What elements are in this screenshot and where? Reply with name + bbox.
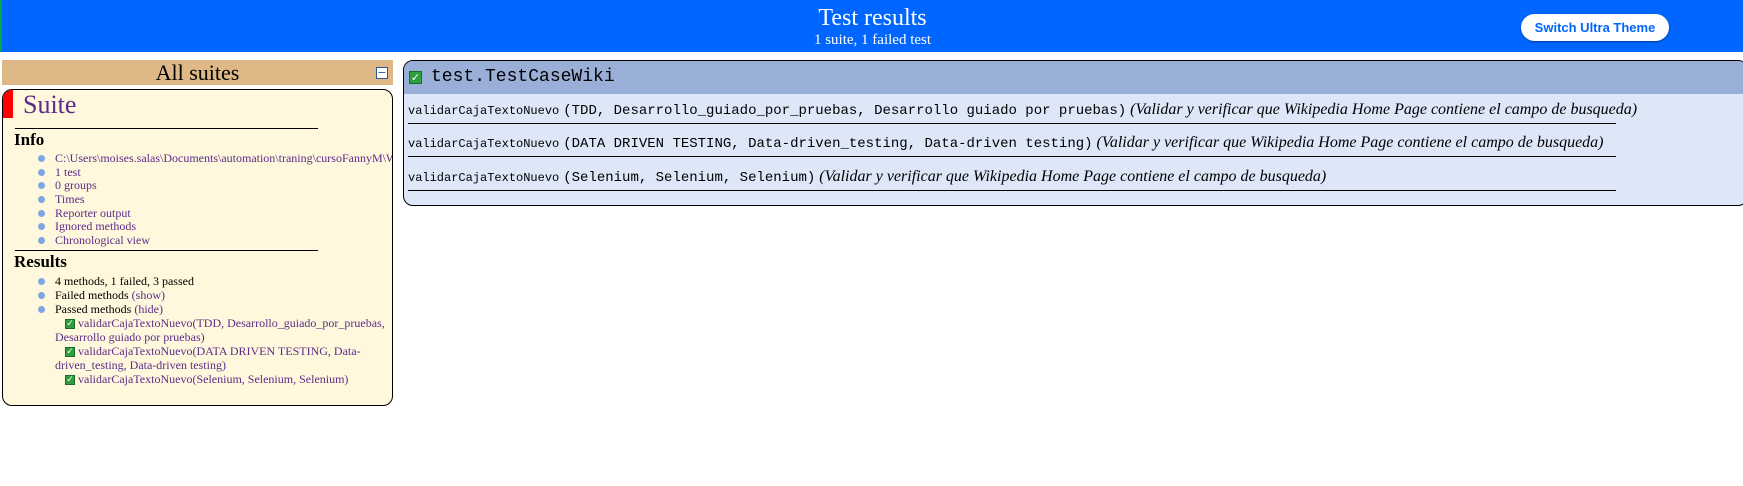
bullet-icon — [38, 237, 45, 244]
row-divider — [408, 123, 1616, 124]
passed-method-text[interactable]: validarCajaTextoNuevo(DATA DRIVEN TESTIN… — [78, 344, 361, 358]
info-path-link[interactable]: C:\Users\moises.salas\Documents\automati… — [55, 151, 392, 165]
passed-methods-label: Passed methods — [55, 302, 132, 316]
failed-status-marker — [3, 90, 13, 118]
suite-panel: Suite Info C:\Users\moises.salas\Documen… — [2, 89, 393, 406]
all-suites-title: All suites — [155, 60, 240, 85]
info-times-link[interactable]: Times — [55, 192, 85, 206]
test-method-row: validarCajaTextoNuevo (TDD, Desarrollo_g… — [408, 101, 1637, 119]
method-description: (Validar y verificar que Wikipedia Home … — [1096, 134, 1604, 151]
page-title: Test results — [818, 5, 927, 31]
row-divider — [408, 190, 1616, 191]
passed-method-text[interactable]: validarCajaTextoNuevo(Selenium, Selenium… — [78, 372, 348, 386]
bullet-icon — [38, 223, 45, 230]
test-method-row: validarCajaTextoNuevo (DATA DRIVEN TESTI… — [408, 134, 1604, 152]
method-description: (Validar y verificar que Wikipedia Home … — [819, 168, 1327, 185]
row-divider — [408, 156, 1616, 157]
passed-methods-row: Passed methods (hide) — [55, 302, 163, 316]
method-name: validarCajaTextoNuevo — [408, 171, 560, 185]
test-class-header: ✓ test.TestCaseWiki — [404, 61, 1743, 94]
info-groups-link[interactable]: 0 groups — [55, 178, 97, 192]
divider — [15, 128, 318, 129]
bullet-icon — [38, 292, 45, 299]
suite-title[interactable]: Suite — [23, 90, 76, 120]
passed-check-icon: ✓ — [65, 319, 75, 330]
passed-method-continuation[interactable]: driven_testing, Data-driven testing) — [55, 358, 226, 372]
suites-navigator: All suites − Suite Info C:\Users\moises.… — [2, 60, 393, 406]
top-banner: Test results 1 suite, 1 failed test Swit… — [0, 0, 1743, 52]
test-class-name: test.TestCaseWiki — [431, 67, 615, 87]
info-heading: Info — [14, 130, 45, 149]
bullet-icon — [38, 278, 45, 285]
bullet-icon — [38, 306, 45, 313]
failed-methods-row: Failed methods (show) — [55, 288, 165, 302]
info-ignored-methods-link[interactable]: Ignored methods — [55, 219, 136, 233]
page-subtitle: 1 suite, 1 failed test — [813, 32, 932, 48]
failed-methods-label: Failed methods — [55, 288, 129, 302]
passed-check-icon: ✓ — [65, 375, 75, 386]
method-params: (TDD, Desarrollo_guiado_por_pruebas, Des… — [563, 103, 1127, 119]
collapse-icon[interactable]: − — [376, 67, 388, 79]
failed-methods-show-toggle[interactable]: (show) — [132, 288, 165, 302]
info-tests-link[interactable]: 1 test — [55, 165, 81, 179]
divider — [15, 250, 318, 251]
info-reporter-output-link[interactable]: Reporter output — [55, 206, 131, 220]
method-name: validarCajaTextoNuevo — [408, 137, 560, 151]
passed-method-continuation[interactable]: Desarrollo guiado por pruebas) — [55, 330, 205, 344]
bullet-icon — [38, 182, 45, 189]
passed-method-text[interactable]: validarCajaTextoNuevo(TDD, Desarrollo_gu… — [78, 316, 385, 330]
method-params: (DATA DRIVEN TESTING, Data-driven_testin… — [563, 136, 1093, 152]
results-heading: Results — [14, 252, 67, 271]
all-suites-header: All suites − — [2, 60, 393, 85]
passed-method-link[interactable]: ✓ validarCajaTextoNuevo(TDD, Desarrollo_g… — [65, 316, 385, 330]
passed-check-icon: ✓ — [409, 71, 422, 84]
bullet-icon — [38, 169, 45, 176]
switch-theme-button[interactable]: Switch Ultra Theme — [1521, 14, 1669, 41]
passed-method-link[interactable]: ✓ validarCajaTextoNuevo(DATA DRIVEN TESTI… — [65, 344, 361, 358]
bullet-icon — [38, 155, 45, 162]
method-name: validarCajaTextoNuevo — [408, 104, 560, 118]
bullet-icon — [38, 196, 45, 203]
method-description: (Validar y verificar que Wikipedia Home … — [1130, 101, 1638, 118]
test-class-panel: ✓ test.TestCaseWiki validarCajaTextoNuev… — [403, 60, 1743, 206]
method-params: (Selenium, Selenium, Selenium) — [563, 170, 816, 186]
passed-check-icon: ✓ — [65, 347, 75, 358]
passed-methods-hide-toggle[interactable]: (hide) — [134, 302, 163, 316]
passed-method-link[interactable]: ✓ validarCajaTextoNuevo(Selenium, Seleniu… — [65, 372, 348, 386]
results-summary: 4 methods, 1 failed, 3 passed — [55, 274, 194, 288]
info-chronological-view-link[interactable]: Chronological view — [55, 233, 150, 247]
bullet-icon — [38, 210, 45, 217]
test-method-row: validarCajaTextoNuevo (Selenium, Seleniu… — [408, 168, 1326, 186]
